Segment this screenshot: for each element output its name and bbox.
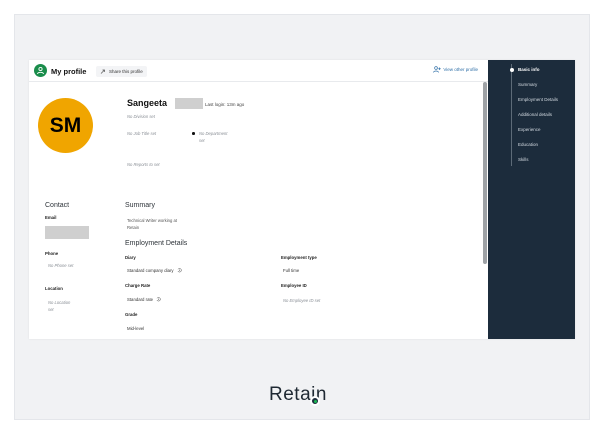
avatar: SM [38,98,93,153]
charge-rate-value[interactable]: Standard rate [127,297,161,304]
employee-id-value: No Employee ID set [283,298,321,303]
user-icon [34,64,47,77]
share-profile-button[interactable]: Share this profile [96,66,147,77]
grade-value: Mid-level [127,326,145,331]
reports-to-value: No Reports to set [127,162,160,167]
location-label: Location [45,286,63,291]
bullet-dot [192,132,195,135]
nav-item-basic-info[interactable]: Basic info [518,67,540,72]
profile-name: Sangeeta [127,98,168,108]
profile-header: My profile Share this profile View other… [29,60,488,82]
location-value: No Location set [48,300,71,312]
employment-type-value: Full time [283,268,300,273]
charge-rate-label: Charge Rate [125,283,151,288]
nav-item-additional-details[interactable]: Additional details [518,112,552,117]
phone-label: Phone [45,251,59,256]
department-value: No Department set [199,131,228,143]
view-other-profile-label: View other profile [443,67,478,72]
diary-value[interactable]: Standard company diary [127,268,182,275]
app-window: My profile Share this profile View other… [29,60,575,339]
nav-item-experience[interactable]: Experience [518,127,541,132]
summary-heading: Summary [125,202,155,209]
nav-item-summary[interactable]: Summary [518,82,537,87]
view-other-profile-link[interactable]: View other profile [433,66,478,73]
nav-track [511,64,512,166]
nav-item-education[interactable]: Education [518,142,538,147]
charge-rate-text: Standard rate [127,297,154,302]
history-icon [156,297,161,302]
diary-label: Diary [125,255,136,260]
history-icon [177,268,182,273]
grade-label: Grade [125,312,138,317]
nav-item-employment-details[interactable]: Employment Details [518,97,558,102]
nav-item-skills[interactable]: Skills [518,157,529,162]
profile-main: My profile Share this profile View other… [29,60,488,339]
last-login-text: Last login: 13m ago [205,102,245,107]
division-value: No Division set [127,114,155,119]
scrollbar[interactable] [483,82,487,264]
page-title: My profile [51,67,87,76]
diary-text: Standard company diary [127,268,174,273]
contact-heading: Contact [45,202,70,209]
nav-active-indicator [509,68,514,72]
employment-heading: Employment Details [125,240,188,247]
employment-type-label: Employment type [281,255,317,260]
phone-value: No Phone set [48,263,74,268]
share-icon [100,69,105,74]
redacted-surname [175,98,203,109]
retain-logo-dot [310,396,320,406]
add-user-icon [433,66,442,73]
job-title-value: No Job Title set [127,131,157,136]
section-nav: Basic info Summary Employment Details Ad… [488,60,575,339]
email-label: Email [45,215,57,220]
employee-id-label: Employee ID [281,283,307,288]
redacted-email [45,226,89,239]
summary-text: Technical Writer working at Retain [127,218,177,230]
share-profile-label: Share this profile [109,69,143,74]
